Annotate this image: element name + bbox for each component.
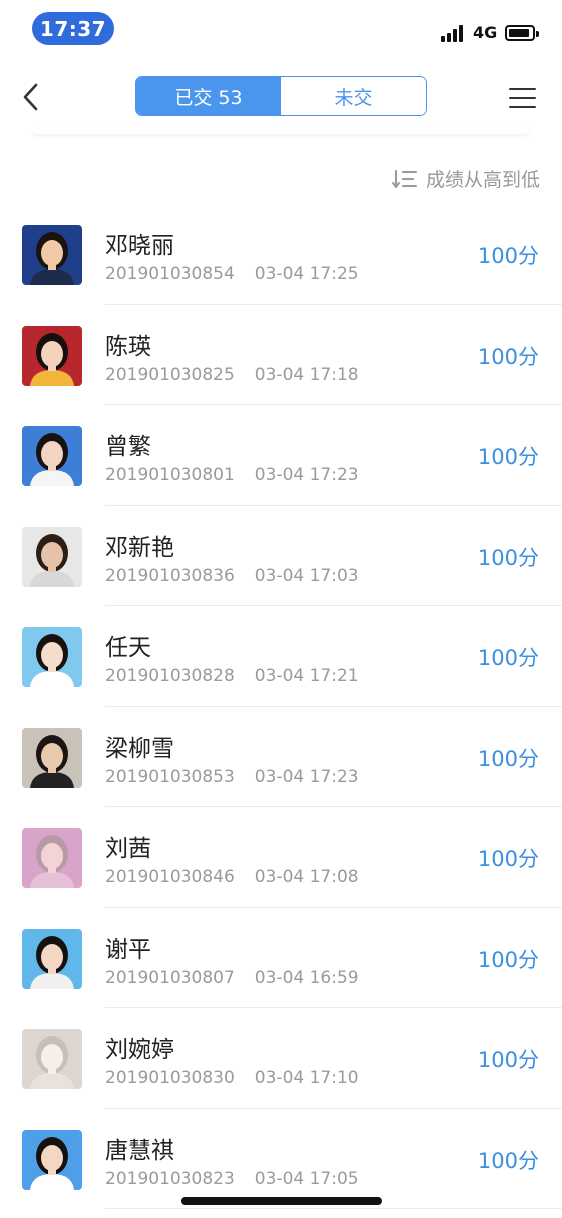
- student-id: 201901030825: [105, 364, 235, 385]
- sort-toggle[interactable]: 成绩从高到低: [391, 165, 540, 192]
- student-id: 201901030836: [105, 565, 235, 586]
- student-id: 201901030801: [105, 465, 235, 485]
- student-row[interactable]: 刘婉婷 201901030830 03-04 17:10 100分: [0, 1008, 562, 1109]
- avatar: [22, 928, 82, 989]
- student-row[interactable]: 刘茜 201901030846 03-04 17:08 100分: [0, 807, 562, 908]
- submission-tabs: 已交 53 未交: [135, 76, 427, 116]
- student-id: 201901030846: [105, 867, 235, 887]
- submit-time: 03-04 17:18: [254, 364, 359, 385]
- chevron-left-icon: [23, 83, 38, 111]
- student-name: 刘茜: [105, 836, 151, 862]
- row-divider: [105, 1208, 562, 1209]
- student-name: 谢平: [105, 936, 151, 963]
- student-meta: 201901030828 03-04 17:21: [105, 666, 359, 686]
- student-row[interactable]: 邓新艳 201901030836 03-04 17:03 100分: [0, 506, 562, 606]
- student-row[interactable]: 谢平 201901030807 03-04 16:59 100分: [0, 908, 562, 1008]
- sort-label: 成绩从高到低: [425, 169, 540, 191]
- avatar: [22, 727, 82, 788]
- avatar: [22, 325, 82, 386]
- student-row[interactable]: 唐慧祺 201901030823 03-04 17:05 100分: [0, 1109, 562, 1209]
- signal-strength-icon: [441, 24, 467, 42]
- student-meta: 201901030801 03-04 17:23: [105, 465, 359, 485]
- avatar: [22, 225, 82, 285]
- score-label: 100分: [477, 344, 539, 369]
- student-id: 201901030830: [105, 1068, 235, 1088]
- student-meta: 201901030807 03-04 16:59: [105, 968, 359, 988]
- submit-time: 03-04 17:03: [254, 565, 359, 586]
- score-label: 100分: [477, 1148, 539, 1173]
- student-name: 任天: [105, 635, 151, 661]
- student-name: 刘婉婷: [105, 1037, 174, 1063]
- student-name: 邓晓丽: [105, 233, 174, 259]
- back-button[interactable]: [14, 80, 48, 114]
- status-bar: 17:37 4G: [0, 0, 562, 58]
- student-meta: 201901030853 03-04 17:23: [105, 767, 359, 787]
- avatar: [22, 627, 82, 687]
- student-row[interactable]: 任天 201901030828 03-04 17:21 100分: [0, 606, 562, 707]
- student-id: 201901030854: [105, 264, 235, 284]
- home-indicator[interactable]: [181, 1197, 382, 1205]
- score-label: 100分: [477, 947, 539, 972]
- header-shadow: [32, 128, 530, 134]
- score-label: 100分: [477, 646, 539, 670]
- student-row[interactable]: 邓晓丽 201901030854 03-04 17:25 100分: [0, 204, 562, 305]
- student-meta: 201901030846 03-04 17:08: [105, 867, 359, 887]
- submit-time: 03-04 17:23: [254, 465, 359, 485]
- battery-icon: [505, 25, 539, 41]
- avatar: [22, 426, 82, 486]
- student-meta: 201901030830 03-04 17:10: [105, 1068, 359, 1088]
- hamburger-menu-icon[interactable]: [506, 84, 540, 112]
- student-name: 邓新艳: [105, 534, 174, 561]
- student-meta: 201901030854 03-04 17:25: [105, 264, 359, 284]
- student-name: 唐慧祺: [105, 1137, 174, 1164]
- score-label: 100分: [477, 545, 539, 570]
- score-label: 100分: [477, 847, 539, 871]
- submit-time: 03-04 17:08: [254, 867, 359, 887]
- score-label: 100分: [477, 1048, 539, 1072]
- submit-time: 03-04 17:23: [254, 766, 359, 787]
- avatar: [22, 828, 82, 888]
- student-id: 201901030807: [105, 967, 235, 988]
- submit-time: 03-04 17:05: [254, 1168, 359, 1189]
- score-label: 100分: [477, 445, 539, 469]
- student-list: 邓晓丽 201901030854 03-04 17:25 100分 陈瑛 20190103…: [0, 204, 562, 1209]
- student-meta: 201901030836 03-04 17:03: [105, 566, 359, 586]
- tab-not-submitted[interactable]: 未交: [281, 77, 426, 115]
- network-type: 4G: [473, 23, 498, 42]
- status-time[interactable]: 17:37: [32, 12, 114, 45]
- avatar: [22, 526, 82, 587]
- sort-descending-icon: [391, 169, 417, 188]
- avatar: [22, 1129, 82, 1190]
- submit-time: 03-04 16:59: [254, 967, 359, 988]
- student-id: 201901030828: [105, 666, 235, 686]
- student-name: 曾繁: [105, 434, 151, 460]
- score-label: 100分: [477, 244, 539, 268]
- avatar: [22, 1029, 82, 1089]
- submit-time: 03-04 17:25: [254, 264, 359, 284]
- student-row[interactable]: 陈瑛 201901030825 03-04 17:18 100分: [0, 305, 562, 405]
- student-id: 201901030853: [105, 766, 235, 787]
- student-name: 梁柳雪: [105, 735, 174, 762]
- score-label: 100分: [477, 746, 539, 771]
- student-name: 陈瑛: [105, 333, 151, 360]
- nav-bar: 已交 53 未交: [0, 70, 562, 126]
- submit-time: 03-04 17:21: [254, 666, 359, 686]
- student-row[interactable]: 梁柳雪 201901030853 03-04 17:23 100分: [0, 707, 562, 807]
- student-id: 201901030823: [105, 1168, 235, 1189]
- student-row[interactable]: 曾繁 201901030801 03-04 17:23 100分: [0, 405, 562, 506]
- tab-submitted[interactable]: 已交 53: [136, 77, 281, 115]
- submit-time: 03-04 17:10: [254, 1068, 359, 1088]
- student-meta: 201901030823 03-04 17:05: [105, 1169, 359, 1189]
- student-meta: 201901030825 03-04 17:18: [105, 365, 359, 385]
